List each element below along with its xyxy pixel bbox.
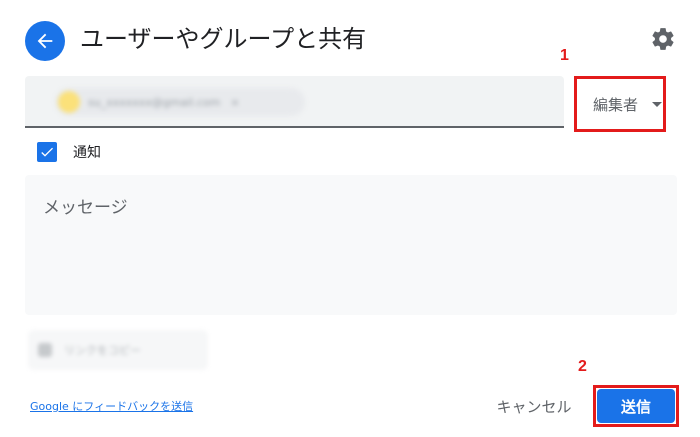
close-icon[interactable]: × xyxy=(230,96,239,109)
link-icon xyxy=(38,343,52,357)
back-button[interactable] xyxy=(25,21,65,61)
message-field[interactable] xyxy=(25,175,677,315)
role-dropdown[interactable]: 編集者 xyxy=(583,84,667,124)
feedback-link[interactable]: Google にフィードバックを送信 xyxy=(30,398,193,414)
recipient-chip[interactable]: su_xxxxxxx@gmail.com × xyxy=(55,88,305,116)
notify-checkbox[interactable] xyxy=(37,142,57,162)
gear-icon xyxy=(652,28,674,50)
dialog-title: ユーザーやグループと共有 xyxy=(80,25,367,53)
settings-button[interactable] xyxy=(650,26,676,52)
avatar xyxy=(58,91,80,113)
recipient-chip-email: su_xxxxxxx@gmail.com xyxy=(88,95,221,109)
cancel-button[interactable]: キャンセル xyxy=(488,390,580,422)
send-button[interactable]: 送信 xyxy=(597,389,675,423)
chevron-down-icon xyxy=(652,101,663,107)
arrow-back-icon xyxy=(37,33,53,49)
role-dropdown-value: 編集者 xyxy=(593,95,639,114)
copy-link-label: リンクをコピー xyxy=(64,344,141,357)
copy-link-option[interactable]: リンクをコピー xyxy=(28,330,208,370)
annotation-number-1: 1 xyxy=(560,47,569,64)
notify-label: 通知 xyxy=(73,145,101,161)
check-icon xyxy=(41,147,53,157)
annotation-number-2: 2 xyxy=(578,358,587,375)
